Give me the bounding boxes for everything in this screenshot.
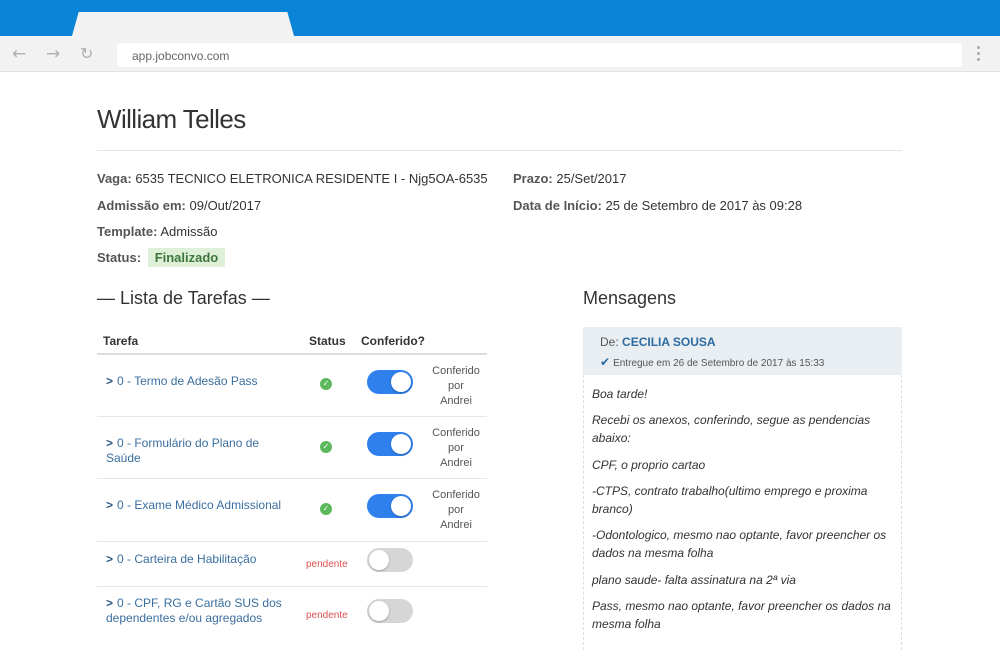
conferido-line: por [448, 380, 464, 392]
admissao-label: Admissão em: [97, 198, 186, 213]
task-link[interactable]: >0 - Exame Médico Admissional [106, 498, 296, 513]
conferido-line: Conferido [432, 365, 480, 377]
conferido-toggle[interactable] [367, 494, 413, 518]
reload-icon[interactable]: ↻ [80, 44, 93, 64]
prazo-label: Prazo: [513, 171, 553, 186]
check-icon: ✔ [600, 355, 611, 369]
task-label: 0 - Carteira de Habilitação [117, 552, 257, 566]
admissao-info: Admissão em: 09/Out/2017 [97, 198, 261, 213]
chevron-right-icon: > [106, 374, 114, 388]
status-label: Status: [97, 250, 142, 265]
header-divider [97, 150, 902, 151]
inicio-info: Data de Início: 25 de Setembro de 2017 à… [513, 198, 802, 213]
col-status-header: Status [309, 334, 346, 348]
chevron-right-icon: > [106, 498, 114, 512]
conferido-line: Andrei [440, 519, 472, 531]
conferido-line: Conferido [432, 427, 480, 439]
delivered-info: ✔ Entregue em 26 de Setembro de 2017 às 1… [600, 355, 824, 369]
check-circle-icon: ✓ [320, 441, 332, 453]
sender-name: CECILIA SOUSA [622, 335, 716, 349]
back-arrow-icon[interactable]: ← [12, 44, 26, 64]
vaga-info: Vaga: 6535 TECNICO ELETRONICA RESIDENTE … [97, 171, 488, 186]
message-line: -Odontologico, mesmo nao optante, favor … [592, 528, 887, 560]
message-line: Pass, mesmo nao optante, favor preencher… [592, 599, 891, 631]
conferido-text: Conferido por Andrei [426, 426, 486, 471]
conferido-line: por [448, 504, 464, 516]
toggle-knob [369, 601, 389, 621]
check-circle-icon: ✓ [320, 378, 332, 390]
conferido-line: Andrei [440, 395, 472, 407]
conferido-toggle[interactable] [367, 548, 413, 572]
conferido-line: por [448, 442, 464, 454]
message-sender: De: CECILIA SOUSA [600, 335, 716, 349]
row-divider [97, 416, 487, 417]
col-task-header: Tarefa [103, 334, 139, 348]
message-line: plano saude- falta assinatura na 2ª via [592, 573, 796, 587]
table-header-divider [97, 353, 487, 355]
message-line: Recebi os anexos, conferindo, segue as p… [592, 413, 871, 445]
conferido-toggle[interactable] [367, 432, 413, 456]
toggle-knob [391, 434, 411, 454]
pending-status: pendente [306, 610, 348, 621]
pending-status: pendente [306, 559, 348, 570]
address-bar[interactable]: app.jobconvo.com [117, 43, 962, 67]
task-link[interactable]: >0 - Carteira de Habilitação [106, 552, 296, 567]
row-divider [97, 478, 487, 479]
toggle-knob [391, 372, 411, 392]
delivered-text: Entregue em 26 de Setembro de 2017 às 15… [613, 358, 825, 369]
vaga-value: 6535 TECNICO ELETRONICA RESIDENTE I - Nj… [135, 171, 488, 186]
forward-arrow-icon[interactable]: → [46, 44, 60, 64]
admissao-value: 09/Out/2017 [189, 198, 262, 213]
menu-kebab-icon[interactable] [977, 46, 981, 62]
check-circle-icon: ✓ [320, 503, 332, 515]
tasks-title: — Lista de Tarefas — [97, 288, 270, 308]
chevron-right-icon: > [106, 552, 114, 566]
conferido-toggle[interactable] [367, 370, 413, 394]
inicio-value: 25 de Setembro de 2017 às 09:28 [605, 198, 803, 213]
candidate-name: William Telles [97, 104, 246, 134]
conferido-line: Andrei [440, 457, 472, 469]
template-label: Template: [97, 224, 158, 239]
task-label: 0 - Exame Médico Admissional [117, 498, 282, 512]
row-divider [97, 541, 487, 542]
prazo-info: Prazo: 25/Set/2017 [513, 171, 626, 186]
status-info: Status: Finalizado [97, 248, 226, 267]
conferido-text: Conferido por Andrei [426, 488, 486, 533]
col-checked-header: Conferido? [361, 334, 425, 348]
message-line: -CTPS, contrato trabalho(ultimo emprego … [592, 484, 868, 516]
task-link[interactable]: >0 - CPF, RG e Cartão SUS dos dependente… [106, 596, 296, 626]
task-link[interactable]: >0 - Formulário do Plano de Saúde [106, 436, 296, 466]
chevron-right-icon: > [106, 436, 114, 450]
status-badge: Finalizado [147, 248, 226, 267]
task-label: 0 - CPF, RG e Cartão SUS dos dependentes… [106, 596, 282, 625]
from-label: De: [600, 335, 619, 349]
task-link[interactable]: >0 - Termo de Adesão Pass [106, 374, 296, 389]
toggle-knob [369, 550, 389, 570]
row-divider [97, 586, 487, 587]
message-line: CPF, o proprio cartao [592, 458, 706, 472]
toggle-knob [391, 496, 411, 516]
conferido-text: Conferido por Andrei [426, 364, 486, 409]
chevron-right-icon: > [106, 596, 114, 610]
template-value: Admissão [160, 224, 218, 239]
browser-tab[interactable] [72, 12, 294, 36]
conferido-line: Conferido [432, 489, 480, 501]
task-label: 0 - Termo de Adesão Pass [117, 374, 258, 388]
prazo-value: 25/Set/2017 [556, 171, 627, 186]
template-info: Template: Admissão [97, 224, 217, 239]
vaga-label: Vaga: [97, 171, 132, 186]
messages-title: Mensagens [583, 288, 677, 308]
message-line: Boa tarde! [592, 387, 648, 401]
task-label: 0 - Formulário do Plano de Saúde [106, 436, 260, 465]
inicio-label: Data de Início: [513, 198, 602, 213]
conferido-toggle[interactable] [367, 599, 413, 623]
